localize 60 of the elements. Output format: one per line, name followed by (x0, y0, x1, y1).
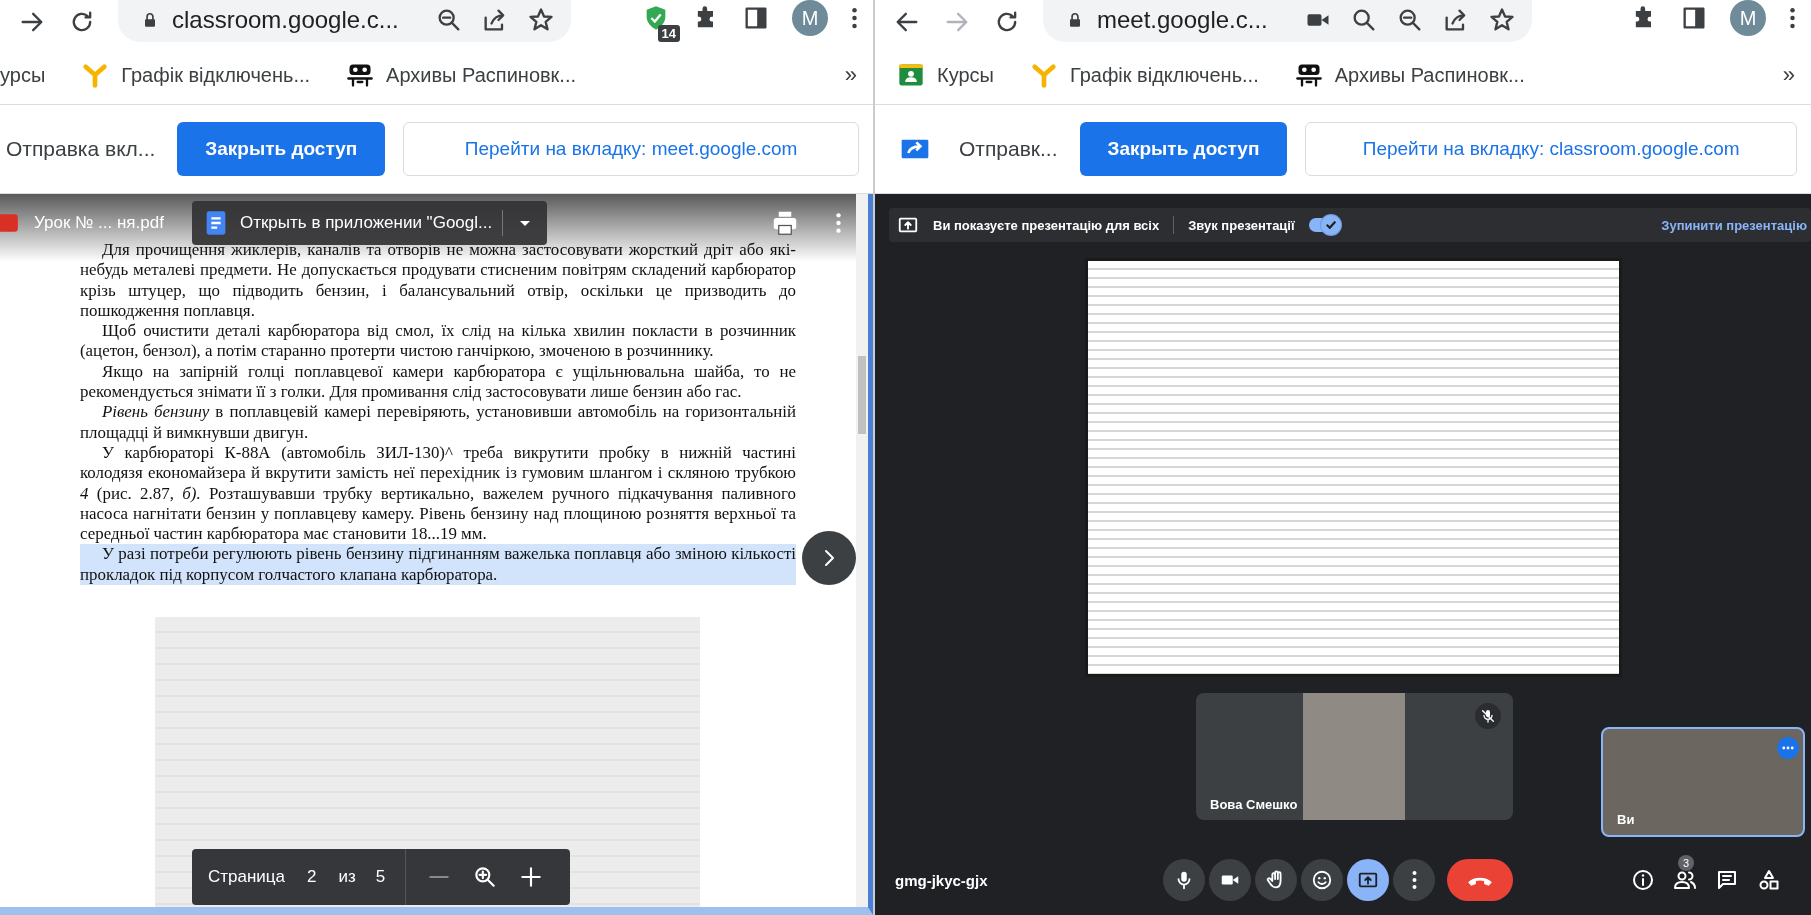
check-icon (1325, 221, 1336, 229)
bookmark[interactable]: Курсы (897, 61, 994, 89)
switch-tab-button[interactable]: Перейти на вкладку: classroom.google.com (1305, 122, 1797, 176)
page-label: Страница (208, 867, 286, 887)
bookmark[interactable]: Архивы Распиновк... (1294, 61, 1525, 89)
sharing-label: Отправк... (959, 137, 1058, 161)
stop-sharing-button[interactable]: Закрыть доступ (1079, 122, 1288, 176)
paragraph: У карбюраторі К-88А (автомобіль ЗИЛ-130)^ треба викрутити пробку в нижній частині колодязя економайзера й вкрутити замість неї перехідник із гумовим шлангом і скляною трубкою 4 (рис. 2.87, б). Розташувавши трубку вертикально, важелем ручного підкачування паливного насоса нагнітати бензин у поплавцеву камеру. Рівень бензину над площиною розняття верхньої та середньої частин карбюратора має становити 18...19 мм. (80, 442, 796, 545)
presentation-status: Ви показуєте презентацію для всіх (933, 217, 1160, 233)
scrollbar[interactable] (856, 194, 868, 907)
sharing-label: Отправка вкл... (6, 137, 156, 161)
more-options-button[interactable] (1777, 737, 1799, 759)
address-bar[interactable]: meet.google.c... (1043, 0, 1532, 42)
present-screen-button[interactable] (1347, 859, 1389, 901)
emoji-icon (1311, 869, 1333, 891)
bookmark[interactable]: Архивы Распиновк... (346, 61, 577, 89)
star-icon[interactable] (526, 6, 555, 34)
url-text: classroom.google.c... (172, 6, 399, 34)
profile-avatar[interactable]: M (792, 0, 828, 36)
switch-tab-button[interactable]: Перейти на вкладку: meet.google.com (403, 122, 859, 176)
y-logo-icon (1029, 61, 1058, 89)
info-icon[interactable] (1631, 868, 1655, 892)
shapes-icon[interactable] (1757, 868, 1781, 892)
file-name: Урок № ... ня.pdf (34, 213, 164, 233)
stop-sharing-button[interactable]: Закрыть доступ (177, 122, 386, 176)
more-bookmarks-button[interactable]: » (844, 62, 857, 88)
address-bar[interactable]: classroom.google.c... (118, 0, 571, 42)
bookmark[interactable]: урсы (0, 63, 46, 87)
bookmark[interactable]: Графік відключень... (81, 61, 311, 89)
url-text: meet.google.c... (1097, 6, 1268, 34)
bookmark[interactable]: Графік відключень... (1029, 61, 1259, 89)
paragraph: Рівень бензину в поплавцевій камері перевіряють, установивши автомобіль на горизонтальній площадці й вимкнувши двигун. (80, 402, 796, 443)
paragraph: Якщо на запірній голці поплавцевої камери карбюратора є ущільнювальна шайба, то не рекомендується знімати її з голки. Для промивання слід застосовувати лише бензин або гас. (80, 361, 796, 403)
phone-button[interactable] (1447, 859, 1513, 901)
profile-avatar[interactable]: M (1730, 0, 1766, 36)
meeting-code: gmg-jkyc-gjx (895, 871, 989, 889)
chat-icon[interactable] (1715, 868, 1739, 892)
hand-button[interactable] (1255, 859, 1297, 901)
emoji-button[interactable] (1301, 859, 1343, 901)
self-name: Ви (1617, 812, 1635, 827)
page-number-field[interactable]: 2 (305, 867, 319, 887)
star-icon[interactable] (1487, 6, 1516, 34)
participant-name: Вова Смешко (1210, 797, 1298, 812)
video-camera-button[interactable] (1209, 859, 1251, 901)
paragraph: У разі потреби регулюють рівень бензину підгинанням важелька поплавця або зміною кількості прокладок під корпусом голчастого клапана карбюратора. (80, 544, 796, 586)
more-vertical-button[interactable] (1393, 859, 1435, 901)
audio-label: Звук презентації (1188, 217, 1295, 233)
next-button[interactable] (802, 531, 856, 585)
more-horizontal-icon (1781, 745, 1795, 751)
page-of-label: из (338, 867, 356, 887)
stop-presentation-link[interactable]: Зупинити презентацію (1661, 217, 1807, 233)
page-total: 5 (375, 867, 386, 887)
extension-badge: 14 (657, 25, 680, 42)
participant-count-badge: 3 (1678, 855, 1694, 871)
more-bookmarks-button[interactable]: » (1782, 62, 1795, 88)
paragraph: Щоб очистити деталі карбюратора від смол, їх слід на кілька хвилин покласти в розчинник (ацетон, бензол), а потім старанно протерти чистою ганчіркою, змоченою в розчиннику. (80, 321, 796, 362)
y-logo-icon (81, 61, 110, 89)
open-with-button[interactable]: Открыть в приложении "Googl... (191, 201, 548, 245)
microphone-button[interactable] (1163, 859, 1205, 901)
audio-toggle[interactable] (1308, 218, 1339, 232)
